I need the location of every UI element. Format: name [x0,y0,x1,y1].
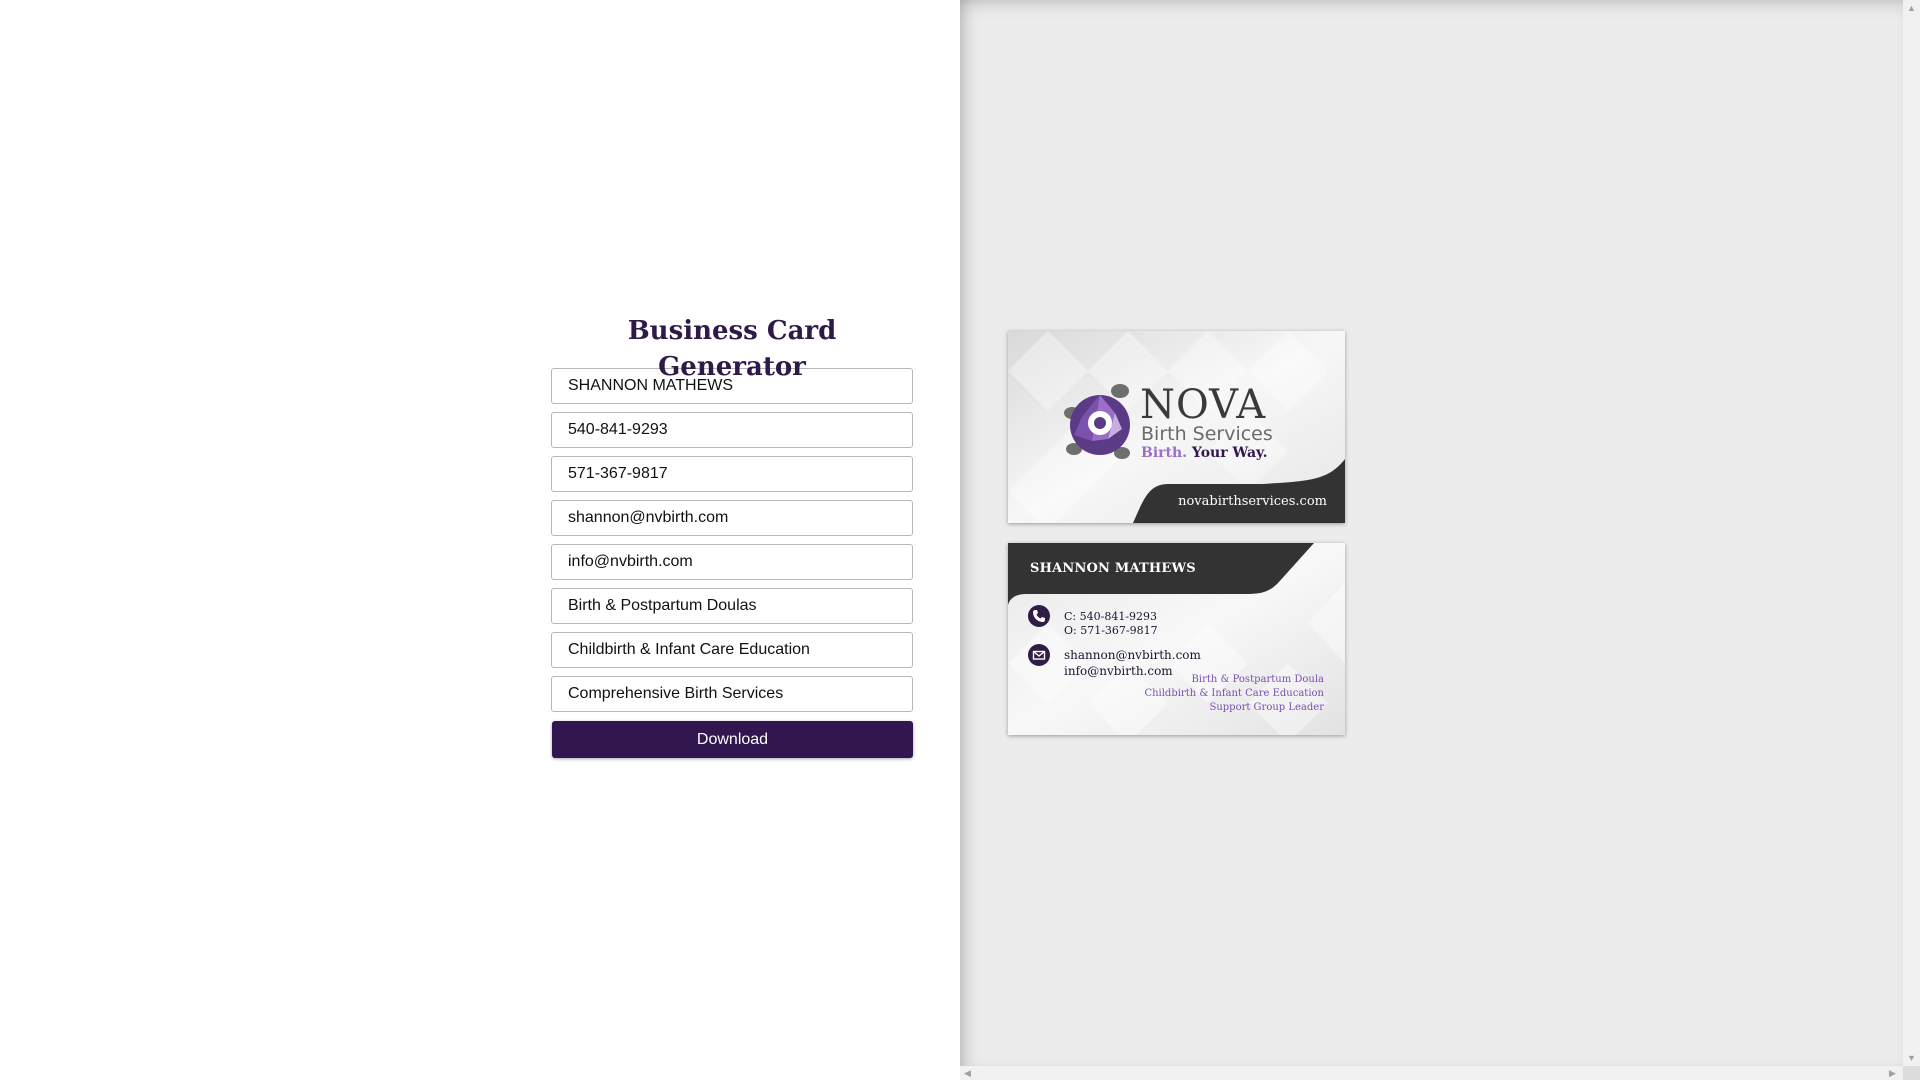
card-front: NOVA Birth Services Birth. Your Way. nov… [1008,331,1345,523]
horizontal-scrollbar[interactable]: ◀ ▶ [960,1066,1903,1080]
turtle-logo-icon [1060,383,1138,472]
scroll-down-icon[interactable]: ▼ [1907,1053,1916,1063]
card-service-1: Birth & Postpartum Doula [1191,674,1324,685]
vertical-scrollbar[interactable]: ▲ ▼ [1903,0,1920,1066]
tagline-part-2: Your Way. [1191,445,1268,461]
logo-title: NOVA [1140,382,1267,428]
secondary-email-input[interactable] [551,544,913,580]
card-office-line: O: 571-367-9817 [1064,624,1158,637]
scroll-up-icon[interactable]: ▲ [1907,3,1916,13]
phone-icon [1028,605,1050,627]
service-1-input[interactable] [551,588,913,624]
logo-tagline: Birth. Your Way. [1141,445,1267,461]
office-phone-input[interactable] [551,456,913,492]
service-3-input[interactable] [551,676,913,712]
logo-subtitle: Birth Services [1141,423,1273,445]
card-email-line-2: info@nvbirth.com [1064,664,1173,678]
preview-panel: NOVA Birth Services Birth. Your Way. nov… [960,0,1903,1066]
tagline-part-1: Birth. [1141,445,1188,461]
cell-phone-input[interactable] [551,412,913,448]
card-service-3: Support Group Leader [1209,702,1324,713]
card-website: novabirthservices.com [1178,494,1327,509]
card-form: Business Card Generator Download [551,313,913,758]
card-email-line-1: shannon@nvbirth.com [1064,648,1201,662]
form-panel: Business Card Generator Download [0,0,960,1080]
page-title: Business Card Generator [627,316,837,382]
mail-icon [1028,644,1050,666]
scrollbar-corner [1903,1066,1920,1080]
card-service-2: Childbirth & Infant Care Education [1144,688,1324,699]
card-back-name: SHANNON MATHEWS [1030,561,1196,576]
card-cell-line: C: 540-841-9293 [1064,610,1158,623]
scroll-right-icon[interactable]: ▶ [1889,1068,1896,1078]
card-back: SHANNON MATHEWS C: 540-841-9293 O: 571-3… [1008,543,1345,735]
service-2-input[interactable] [551,632,913,668]
download-button[interactable]: Download [552,721,913,758]
primary-email-input[interactable] [551,500,913,536]
scroll-left-icon[interactable]: ◀ [964,1068,971,1078]
